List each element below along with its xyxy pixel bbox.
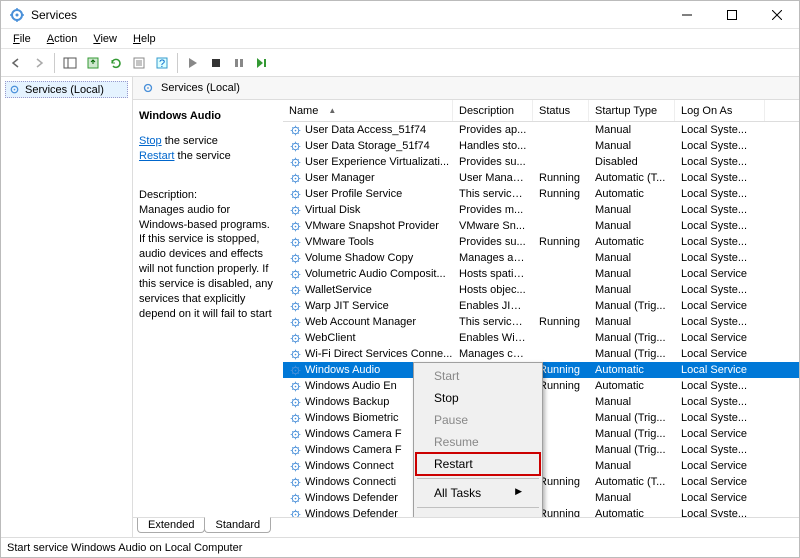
- back-button[interactable]: [5, 52, 27, 74]
- export-button[interactable]: [82, 52, 104, 74]
- ctx-all-tasks[interactable]: All Tasks▶: [416, 482, 540, 504]
- description-label: Description:: [139, 189, 273, 201]
- col-name[interactable]: Name▲: [283, 100, 453, 121]
- app-icon: [9, 7, 25, 23]
- service-row[interactable]: WalletServiceHosts objec...ManualLocal S…: [283, 282, 799, 298]
- ctx-stop[interactable]: Stop: [416, 387, 540, 409]
- svg-text:?: ?: [159, 58, 165, 70]
- service-row[interactable]: VMware ToolsProvides su...RunningAutomat…: [283, 234, 799, 250]
- service-row[interactable]: Warp JIT ServiceEnables JIT ...Manual (T…: [283, 298, 799, 314]
- service-row[interactable]: User Profile ServiceThis service ...Runn…: [283, 186, 799, 202]
- content-header: Services (Local): [133, 77, 799, 100]
- main-area: Services (Local) Services (Local) Window…: [1, 77, 799, 537]
- close-button[interactable]: [754, 1, 799, 29]
- maximize-button[interactable]: [709, 1, 754, 29]
- col-description[interactable]: Description: [453, 100, 533, 121]
- titlebar: Services: [1, 1, 799, 29]
- ctx-refresh[interactable]: Refresh: [416, 511, 540, 517]
- menu-action[interactable]: Action: [39, 31, 86, 47]
- statusbar: Start service Windows Audio on Local Com…: [1, 537, 799, 557]
- context-menu: StartStopPauseResumeRestart All Tasks▶ Ref…: [413, 362, 543, 517]
- restart-link[interactable]: Restart: [139, 150, 174, 162]
- stop-service-button[interactable]: [205, 52, 227, 74]
- pause-service-button[interactable]: [228, 52, 250, 74]
- properties-button[interactable]: [128, 52, 150, 74]
- service-row[interactable]: User Experience Virtualizati...Provides …: [283, 154, 799, 170]
- tabs: Extended Standard: [133, 517, 799, 537]
- content-pane: Services (Local) Windows Audio Stop the …: [133, 77, 799, 537]
- show-hide-button[interactable]: [59, 52, 81, 74]
- tree-root[interactable]: Services (Local): [5, 81, 128, 98]
- ctx-resume: Resume: [416, 431, 540, 453]
- menu-help[interactable]: Help: [125, 31, 164, 47]
- column-headers: Name▲ Description Status Startup Type Lo…: [283, 100, 799, 122]
- tab-extended[interactable]: Extended: [137, 518, 205, 533]
- content-header-label: Services (Local): [161, 82, 240, 94]
- service-row[interactable]: Web Account ManagerThis service ...Runni…: [283, 314, 799, 330]
- refresh-button[interactable]: [105, 52, 127, 74]
- service-row[interactable]: VMware Snapshot ProviderVMware Sn...Manu…: [283, 218, 799, 234]
- service-row[interactable]: User Data Access_51f74Provides ap...Manu…: [283, 122, 799, 138]
- ctx-pause: Pause: [416, 409, 540, 431]
- menubar: File Action View Help: [1, 29, 799, 49]
- ctx-restart[interactable]: Restart: [416, 453, 540, 475]
- detail-pane: Windows Audio Stop the service Restart t…: [133, 100, 283, 517]
- col-startup[interactable]: Startup Type: [589, 100, 675, 121]
- window-title: Services: [31, 8, 664, 22]
- ctx-start: Start: [416, 365, 540, 387]
- stop-link[interactable]: Stop: [139, 135, 162, 147]
- list-pane: Name▲ Description Status Startup Type Lo…: [283, 100, 799, 517]
- col-status[interactable]: Status: [533, 100, 589, 121]
- tab-standard[interactable]: Standard: [204, 517, 271, 533]
- start-service-button[interactable]: [182, 52, 204, 74]
- service-row[interactable]: Volume Shadow CopyManages an...ManualLoc…: [283, 250, 799, 266]
- window-controls: [664, 1, 799, 29]
- help-button[interactable]: ?: [151, 52, 173, 74]
- description-text: Manages audio for Windows-based programs…: [139, 203, 273, 322]
- service-row[interactable]: Volumetric Audio Composit...Hosts spatia…: [283, 266, 799, 282]
- menu-view[interactable]: View: [85, 31, 125, 47]
- status-text: Start service Windows Audio on Local Com…: [7, 542, 242, 554]
- menu-file[interactable]: File: [5, 31, 39, 47]
- service-row[interactable]: User Data Storage_51f74Handles sto...Man…: [283, 138, 799, 154]
- restart-service-button[interactable]: [251, 52, 273, 74]
- gear-icon: [141, 81, 155, 95]
- col-logon[interactable]: Log On As: [675, 100, 765, 121]
- toolbar: ?: [1, 49, 799, 77]
- service-row[interactable]: Virtual DiskProvides m...ManualLocal Sys…: [283, 202, 799, 218]
- tree-pane: Services (Local): [1, 77, 133, 537]
- service-row[interactable]: WebClientEnables Win...Manual (Trig...Lo…: [283, 330, 799, 346]
- minimize-button[interactable]: [664, 1, 709, 29]
- service-row[interactable]: Wi-Fi Direct Services Conne...Manages co…: [283, 346, 799, 362]
- service-row[interactable]: User ManagerUser Manag...RunningAutomati…: [283, 170, 799, 186]
- forward-button[interactable]: [28, 52, 50, 74]
- tree-root-label: Services (Local): [25, 84, 104, 96]
- selected-service-name: Windows Audio: [139, 110, 273, 122]
